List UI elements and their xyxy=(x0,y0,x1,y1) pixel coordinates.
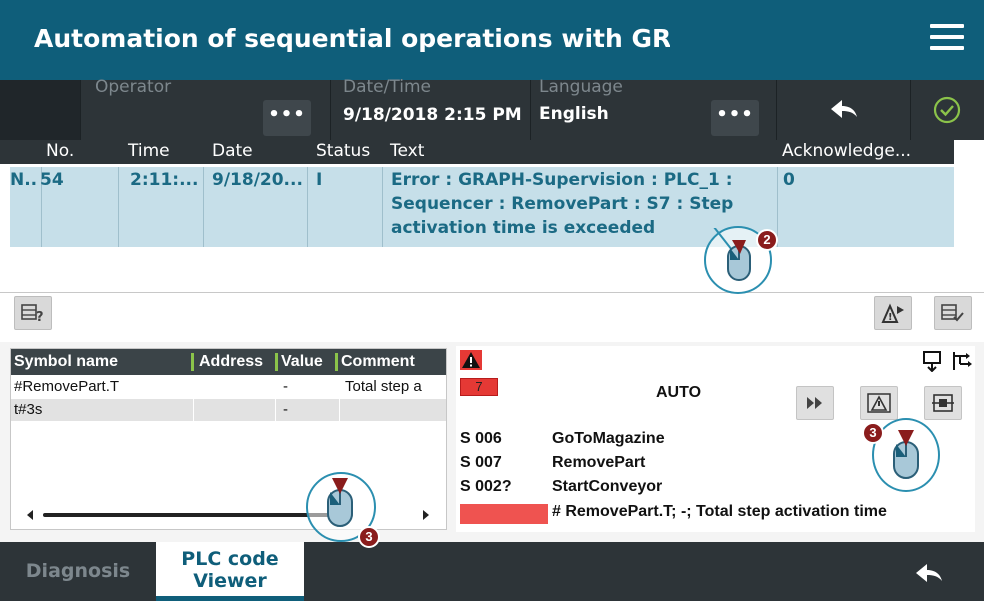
confirm-cell[interactable] xyxy=(910,80,984,140)
language-more-button[interactable]: ••• xyxy=(711,100,759,136)
alarm-date: 9/18/20... xyxy=(212,170,303,190)
alarm-ack: 0 xyxy=(783,170,795,190)
datetime-cell: Date/Time 9/18/2018 2:15 PM xyxy=(330,77,530,140)
scroll-right-icon[interactable] xyxy=(421,509,431,521)
tab-plc-line-2: Viewer xyxy=(193,570,267,592)
symbol-table: Symbol name Address Value Comment #Remov… xyxy=(10,348,447,530)
col-value[interactable]: Value xyxy=(281,353,323,371)
step-id: S 002? xyxy=(460,478,512,495)
alarm-info-button[interactable]: ? xyxy=(14,296,52,330)
operator-label: Operator xyxy=(95,77,172,97)
alarm-view-button[interactable] xyxy=(860,386,898,420)
callout-badge: 2 xyxy=(756,229,778,251)
symbol-table-header: Symbol name Address Value Comment xyxy=(11,349,446,375)
symbol-row[interactable]: t#3s - xyxy=(11,399,446,421)
symbol-value: - xyxy=(283,401,288,418)
alarm-text-line-3: activation time is exceeded xyxy=(391,218,656,238)
operator-cell: Operator ••• xyxy=(80,77,320,140)
warning-frame-icon xyxy=(867,393,891,413)
alarm-marker: N.. xyxy=(10,170,38,190)
back-arrow-icon[interactable] xyxy=(829,98,859,120)
datetime-label: Date/Time xyxy=(343,77,431,97)
warning-icon xyxy=(460,350,482,370)
step-id: S 006 xyxy=(460,430,502,447)
alarm-row[interactable]: N.. 54 2:11:... 9/18/20... I Error : GRA… xyxy=(10,167,954,247)
step-name: StartConveyor xyxy=(552,478,663,495)
col-address[interactable]: Address xyxy=(199,353,263,371)
loop-in-alarm-button[interactable]: ! xyxy=(874,296,912,330)
acknowledge-button[interactable] xyxy=(934,296,972,330)
back-cell[interactable] xyxy=(776,80,910,140)
menu-icon[interactable] xyxy=(930,24,964,54)
symbol-value: - xyxy=(283,378,288,395)
col-status[interactable]: Status xyxy=(316,141,370,161)
bottom-tab-bar: Diagnosis PLC code Viewer xyxy=(0,542,984,601)
info-bar-spacer xyxy=(0,80,80,140)
step-name: GoToMagazine xyxy=(552,430,665,447)
col-symbol-name[interactable]: Symbol name xyxy=(14,353,118,371)
loop-in-alarm-icon: ! xyxy=(881,303,904,323)
col-text[interactable]: Text xyxy=(390,141,424,161)
language-value: English xyxy=(539,104,609,124)
col-acknowledge[interactable]: Acknowledge... xyxy=(782,141,911,161)
symbol-comment: Total step a xyxy=(345,378,422,395)
symbol-name: #RemovePart.T xyxy=(14,378,120,395)
alarm-no: 54 xyxy=(40,170,64,190)
condition-status-bar xyxy=(460,504,548,524)
page-title: Automation of sequential operations with… xyxy=(34,24,670,53)
col-date[interactable]: Date xyxy=(212,141,253,161)
download-display-icon[interactable] xyxy=(922,350,944,372)
alarm-status: I xyxy=(316,170,323,190)
symbol-name: t#3s xyxy=(14,401,43,418)
col-comment[interactable]: Comment xyxy=(341,353,415,371)
network-structure-icon[interactable] xyxy=(950,350,972,372)
symbol-row[interactable]: #RemovePart.T - Total step a xyxy=(11,376,446,398)
callout-badge: 3 xyxy=(862,422,884,444)
language-label: Language xyxy=(539,77,623,97)
step-name: RemovePart xyxy=(552,454,646,471)
next-step-button[interactable] xyxy=(796,386,834,420)
tab-plc-line-1: PLC code xyxy=(181,548,279,570)
alarm-list-edge xyxy=(954,164,984,292)
table-check-icon xyxy=(941,304,964,322)
operator-more-button[interactable]: ••• xyxy=(263,100,311,136)
datetime-value: 9/18/2018 2:15 PM xyxy=(343,105,522,125)
plc-code-button[interactable] xyxy=(924,386,962,420)
col-no[interactable]: No. xyxy=(46,141,74,161)
condition-text: # RemovePart.T; -; Total step activation… xyxy=(552,503,887,520)
alarm-toolbar xyxy=(0,292,984,342)
step-id: S 007 xyxy=(460,454,502,471)
alarm-count-badge: 7 xyxy=(460,378,498,396)
callout-badge: 3 xyxy=(358,526,380,548)
header-corner xyxy=(954,140,984,164)
svg-text:!: ! xyxy=(888,312,893,323)
scroll-left-icon[interactable] xyxy=(25,509,35,521)
alarm-time: 2:11:... xyxy=(130,170,199,190)
table-help-icon: ? xyxy=(21,304,44,325)
language-cell: Language English ••• xyxy=(530,77,776,140)
alarm-table-header: No. Time Date Status Text Acknowledge... xyxy=(0,140,984,164)
horizontal-scrollbar[interactable] xyxy=(11,501,446,529)
tab-diagnosis[interactable]: Diagnosis xyxy=(0,542,156,601)
alarm-text-line-2: Sequencer : RemovePart : S7 : Step xyxy=(391,194,734,214)
check-circle-icon[interactable] xyxy=(933,96,961,124)
svg-text:?: ? xyxy=(36,310,44,323)
back-arrow-icon[interactable] xyxy=(914,562,944,584)
mode-label: AUTO xyxy=(656,384,702,401)
alarm-text-line-1: Error : GRAPH-Supervision : PLC_1 : xyxy=(391,170,733,190)
col-time[interactable]: Time xyxy=(128,141,170,161)
tab-plc-code-viewer[interactable]: PLC code Viewer xyxy=(156,542,304,601)
code-block-icon xyxy=(932,394,954,412)
fast-forward-icon xyxy=(807,397,822,409)
